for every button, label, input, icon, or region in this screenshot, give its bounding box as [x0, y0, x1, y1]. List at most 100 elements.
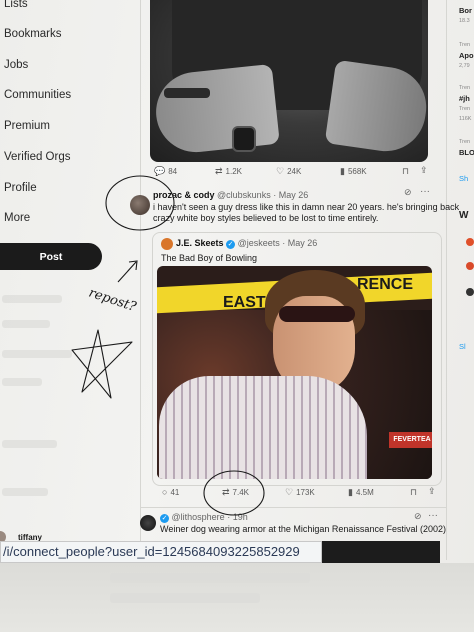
lower-paper	[0, 563, 474, 632]
sidebar-item-bookmarks[interactable]: Bookmarks	[4, 28, 62, 40]
share-icon: ⇪	[428, 486, 436, 496]
view-count: 4.5M	[355, 488, 374, 497]
grok-icon[interactable]: ⊘	[414, 511, 422, 522]
tweet-image-bowling-guy[interactable]: EAST RENCE FEVERTEA	[157, 266, 432, 479]
show-through-text	[2, 320, 50, 328]
show-through-text	[2, 350, 72, 358]
post-button[interactable]: Post	[0, 243, 102, 270]
sidebar-item-verified-orgs[interactable]: Verified Orgs	[4, 151, 70, 163]
bookmark-button[interactable]: ⊓	[402, 166, 409, 177]
sidebar-item-more[interactable]: More	[4, 212, 30, 224]
trend-title[interactable]: Apo	[459, 51, 474, 60]
trend-title[interactable]: Bor	[459, 6, 472, 15]
repost-button[interactable]: ⇄ 7.4K	[222, 487, 250, 498]
tweet-divider	[140, 507, 446, 508]
show-through-text	[2, 488, 48, 496]
who-to-follow-heading: W	[459, 210, 469, 221]
trend-count: 116K	[459, 116, 472, 122]
repost-count: 1.2K	[225, 167, 243, 176]
reply-button[interactable]: ○ 41	[162, 487, 180, 498]
image-striped-shirt	[159, 376, 367, 479]
repost-count: 7.4K	[232, 488, 250, 497]
bar-chart-icon: ▮	[340, 166, 345, 176]
author-name[interactable]: prozac & cody	[153, 190, 215, 200]
trend-title[interactable]: #jh	[459, 94, 470, 103]
more-options-icon[interactable]: ···	[428, 510, 438, 521]
follow-avatar[interactable]	[466, 238, 474, 246]
sidebar-item-communities[interactable]: Communities	[4, 89, 71, 101]
show-more-link[interactable]: Sh	[459, 174, 468, 183]
trend-count: 2,79	[459, 63, 470, 69]
quoted-tweet-header: J.E. Skeets ✓ @jeskeets · May 26	[176, 238, 317, 249]
reply-count: 41	[170, 488, 180, 497]
sidebar-item-premium[interactable]: Premium	[4, 120, 50, 132]
image-sign: FEVERTEA	[389, 432, 432, 448]
follow-avatar[interactable]	[466, 262, 474, 270]
bookmark-icon: ⊓	[402, 166, 410, 176]
share-button[interactable]: ⇪	[420, 165, 428, 176]
share-icon: ⇪	[420, 165, 428, 175]
repost-icon: ⇄	[215, 166, 223, 176]
image-arm	[152, 63, 280, 157]
views-button[interactable]: ▮ 568K	[340, 166, 367, 177]
view-count: 568K	[347, 167, 367, 176]
sidebar-item-lists[interactable]: Lists	[4, 0, 28, 10]
like-count: 173K	[296, 488, 315, 497]
like-button[interactable]: ♡ 24K	[276, 166, 302, 177]
share-button[interactable]: ⇪	[428, 486, 436, 497]
tweet-date: · May 26	[273, 190, 309, 200]
image-tattoo	[164, 88, 210, 98]
more-options-icon[interactable]: ···	[420, 186, 430, 197]
tweet-time: · 19h	[227, 512, 248, 522]
avatar[interactable]	[140, 515, 156, 531]
column-divider	[446, 0, 447, 560]
sidebar-item-jobs[interactable]: Jobs	[4, 59, 28, 71]
image-sunglasses	[279, 306, 355, 322]
trend-count: 18.3	[459, 18, 470, 24]
image-banner-text: EAST	[223, 294, 266, 311]
reply-icon: ○	[162, 487, 168, 497]
heart-icon: ♡	[285, 487, 294, 497]
trend-label: Tren	[459, 139, 471, 145]
tweet-date: · May 26	[282, 238, 318, 248]
tweet-header: prozac & cody @clubskunks · May 26	[153, 190, 308, 200]
like-button[interactable]: ♡ 173K	[285, 487, 315, 498]
author-handle[interactable]: @lithosphere	[172, 512, 225, 522]
author-handle[interactable]: @clubskunks	[217, 190, 271, 200]
image-banner-text: RENCE	[357, 276, 414, 293]
verified-badge-icon: ✓	[160, 514, 169, 523]
sidebar-item-profile[interactable]: Profile	[4, 182, 37, 194]
repost-icon: ⇄	[222, 487, 230, 497]
like-count: 24K	[287, 167, 302, 176]
tweet-text-line: crazy white boy styles believed to be lo…	[153, 213, 379, 223]
trend-label: Tren	[459, 85, 471, 91]
avatar[interactable]	[161, 238, 173, 250]
show-through-text	[2, 295, 62, 303]
trend-label: Tren	[459, 42, 471, 48]
author-handle[interactable]: @jeskeets	[238, 238, 280, 248]
trend-label: Tren	[459, 106, 471, 112]
grok-icon[interactable]: ⊘	[404, 187, 412, 198]
tweet-image-tattooed-arms[interactable]	[150, 0, 428, 162]
column-divider	[140, 0, 141, 560]
follow-avatar[interactable]	[466, 288, 474, 296]
avatar[interactable]	[130, 195, 150, 215]
post-button-label: Post	[39, 250, 63, 263]
bookmark-button[interactable]: ⊓	[410, 487, 417, 498]
show-through-text	[2, 440, 57, 448]
reply-icon: 💬	[154, 166, 166, 176]
reply-count: 84	[168, 167, 178, 176]
reply-button[interactable]: 💬 84	[154, 166, 178, 177]
bar-chart-icon: ▮	[348, 487, 353, 497]
dark-strip	[322, 541, 440, 563]
trend-title[interactable]: BLO	[459, 148, 474, 157]
show-more-link[interactable]: Sl	[459, 342, 466, 351]
show-through-text	[110, 573, 310, 583]
heart-icon: ♡	[276, 166, 285, 176]
status-url-bar: /i/connect_people?user_id=12456840932258…	[0, 541, 322, 563]
verified-badge-icon: ✓	[226, 240, 236, 249]
repost-button[interactable]: ⇄ 1.2K	[215, 166, 243, 177]
quoted-tweet-text: The Bad Boy of Bowling	[161, 253, 258, 263]
author-name[interactable]: J.E. Skeets	[176, 238, 224, 248]
views-button[interactable]: ▮ 4.5M	[348, 487, 374, 498]
